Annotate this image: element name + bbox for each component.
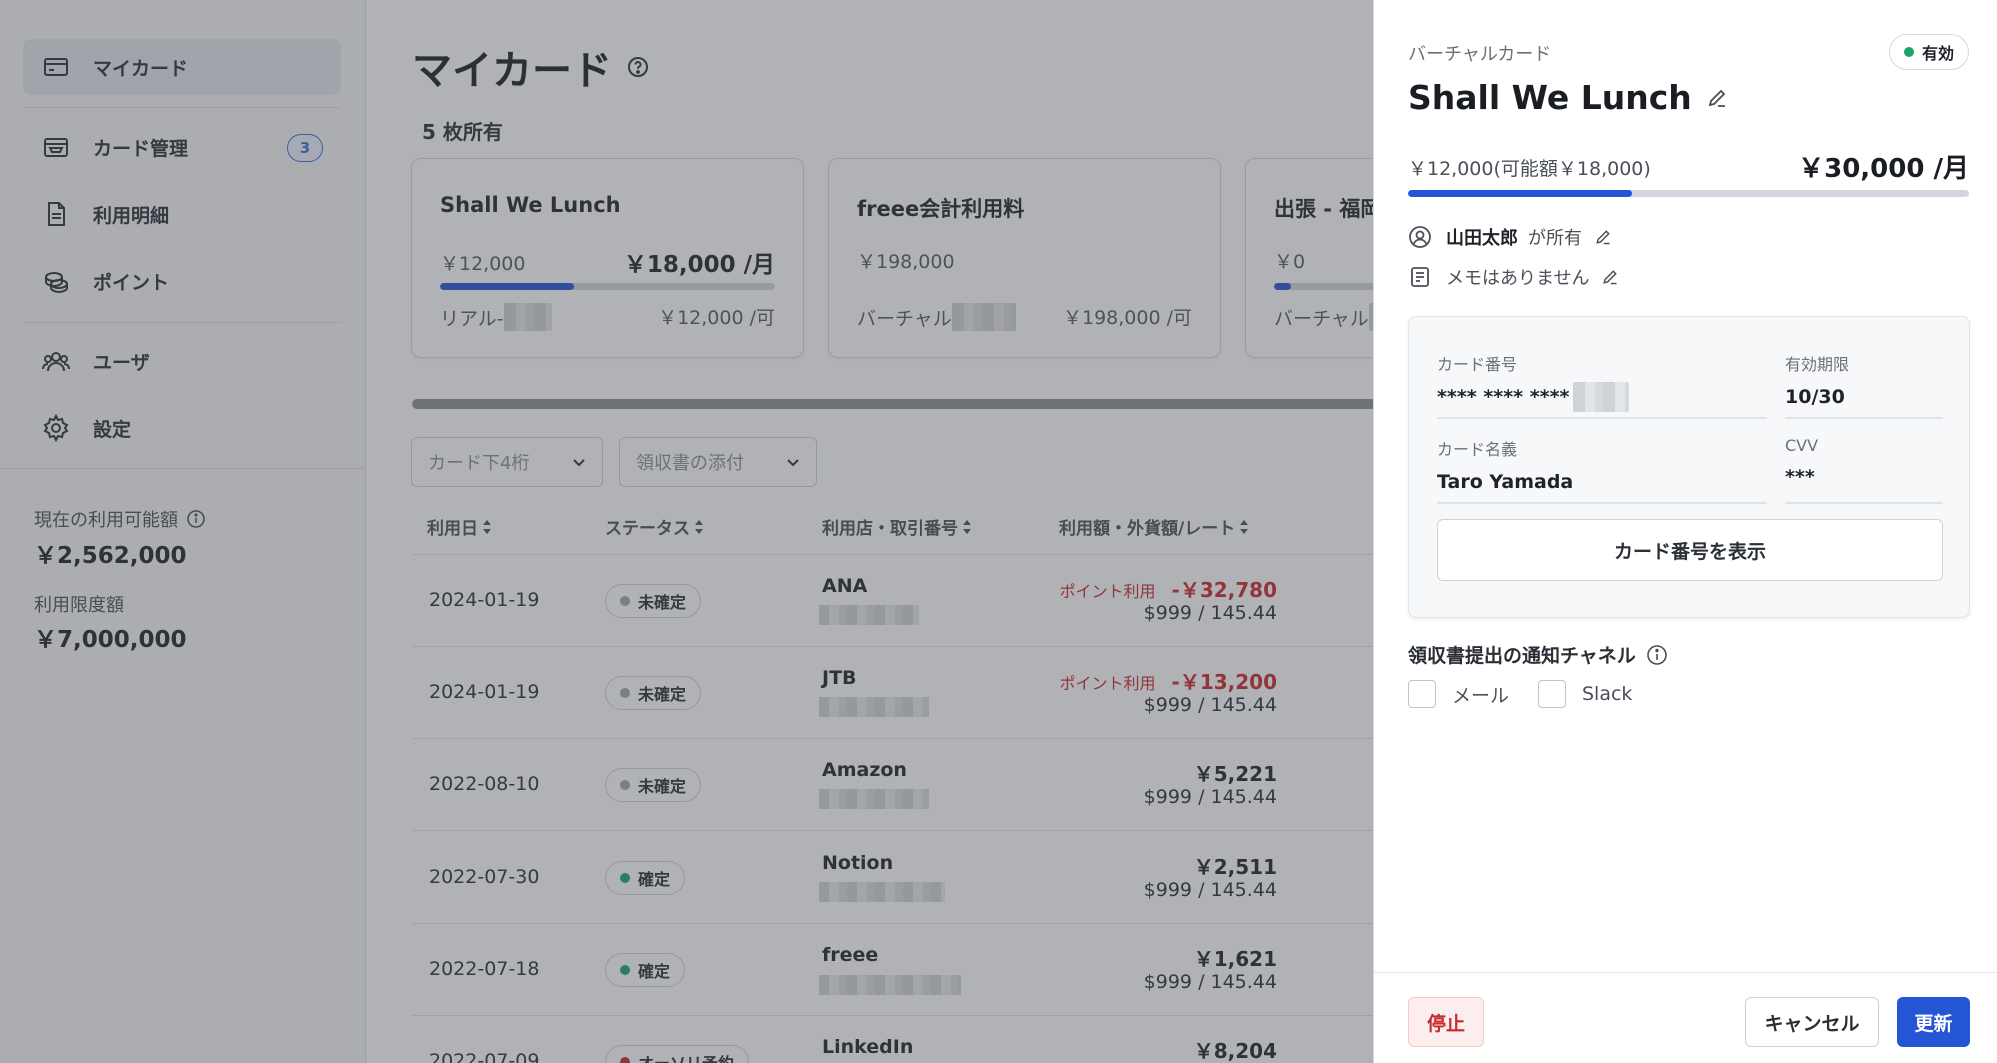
notification-channel-label: 領収書提出の通知チャネル xyxy=(1408,641,1668,668)
owner-row: 山田太郎 が所有 xyxy=(1408,224,1612,250)
user-circle-icon xyxy=(1409,226,1431,248)
field-value: *** xyxy=(1785,466,1815,488)
cancel-button[interactable]: キャンセル xyxy=(1745,997,1879,1047)
field-underline xyxy=(1437,417,1767,419)
slack-checkbox[interactable]: Slack xyxy=(1538,680,1632,708)
email-checkbox[interactable]: メール xyxy=(1408,680,1509,708)
field-label: CVV xyxy=(1785,436,1819,455)
edit-pencil-icon[interactable] xyxy=(1601,268,1619,286)
owner-suffix: が所有 xyxy=(1528,228,1582,249)
edit-pencil-icon[interactable] xyxy=(1706,87,1728,109)
expiry-field: 有効期限 10/30 xyxy=(1785,351,1943,419)
card-number-masked: **** **** **** xyxy=(1437,386,1570,408)
card-detail-drawer: バーチャルカード 有効 Shall We Lunch ￥12,000(可能額￥1… xyxy=(1373,0,1997,1063)
status-dot xyxy=(1903,47,1914,57)
field-label: カード番号 xyxy=(1437,355,1518,374)
memo-icon xyxy=(1411,267,1429,287)
footer-divider xyxy=(1374,972,1997,973)
memo-row: メモはありません xyxy=(1408,264,1619,290)
stop-card-button[interactable]: 停止 xyxy=(1408,997,1484,1047)
cvv-field: CVV *** xyxy=(1785,436,1943,504)
checkbox-box[interactable] xyxy=(1408,680,1436,708)
status-badge: 有効 xyxy=(1888,34,1969,70)
card-kind: バーチャルカード xyxy=(1408,44,1552,65)
card-details-panel: カード番号 **** **** **** 有効期限 10/30 カード名義 Ta… xyxy=(1408,316,1970,618)
notification-label-text: 領収書提出の通知チャネル xyxy=(1408,645,1636,667)
status-text: 有効 xyxy=(1921,44,1954,63)
field-value: 10/30 xyxy=(1785,386,1845,408)
checkbox-label: Slack xyxy=(1582,683,1633,705)
edit-pencil-icon[interactable] xyxy=(1594,228,1612,246)
show-card-number-button[interactable]: カード番号を表示 xyxy=(1437,519,1943,581)
checkbox-label: メール xyxy=(1452,684,1510,707)
owner-name: 山田太郎 xyxy=(1446,228,1518,249)
field-underline xyxy=(1437,502,1767,504)
field-label: カード名義 xyxy=(1437,440,1518,459)
checkbox-box[interactable] xyxy=(1538,680,1566,708)
usage-bar xyxy=(1408,190,1969,197)
field-underline xyxy=(1785,417,1943,419)
card-title: Shall We Lunch xyxy=(1408,78,1728,117)
masked-last4 xyxy=(1573,382,1630,412)
info-icon[interactable] xyxy=(1646,644,1668,666)
cardholder-field: カード名義 Taro Yamada xyxy=(1437,436,1767,504)
field-value: **** **** **** xyxy=(1437,382,1767,412)
usage-amount: ￥12,000(可能額￥18,000) xyxy=(1408,158,1651,180)
field-value: Taro Yamada xyxy=(1437,471,1574,493)
update-button[interactable]: 更新 xyxy=(1897,997,1970,1047)
usage-bar-fill xyxy=(1408,190,1633,197)
field-label: 有効期限 xyxy=(1785,355,1850,374)
card-title-text: Shall We Lunch xyxy=(1408,78,1692,117)
card-number-field: カード番号 **** **** **** xyxy=(1437,351,1767,419)
field-underline xyxy=(1785,502,1943,504)
memo-text: メモはありません xyxy=(1446,268,1590,289)
monthly-limit: ￥30,000 /月 xyxy=(1798,154,1969,184)
modal-backdrop[interactable] xyxy=(0,0,1373,1063)
